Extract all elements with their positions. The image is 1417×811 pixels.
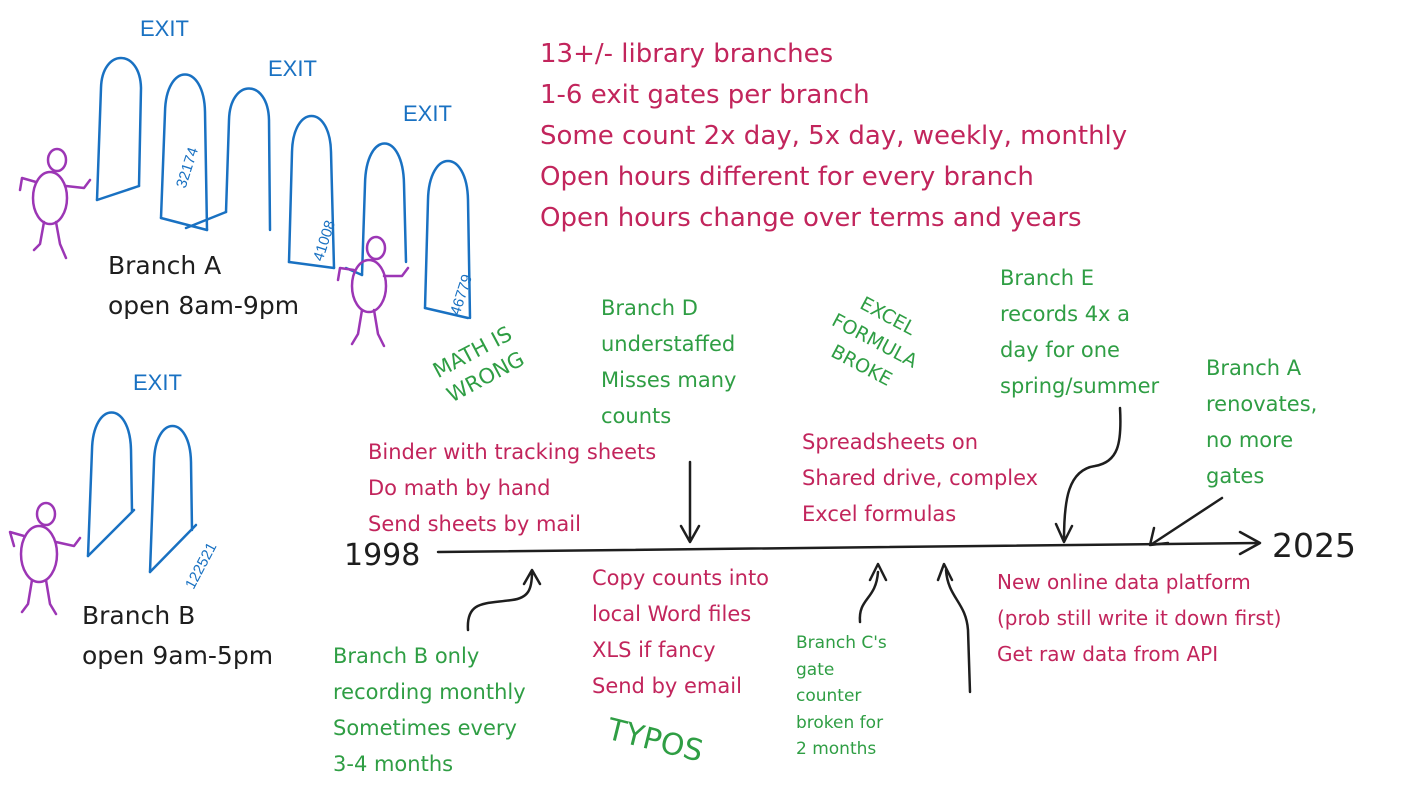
fact-line: Some count 2x day, 5x day, weekly, month… bbox=[540, 121, 1128, 151]
branch-hours: open 9am-5pm bbox=[82, 641, 274, 670]
exit-label: EXIT bbox=[403, 101, 452, 126]
note-line: Send by email bbox=[592, 674, 742, 698]
note-line: spring/summer bbox=[1000, 374, 1160, 398]
note-line: XLS if fancy bbox=[592, 638, 716, 662]
note-line: Excel formulas bbox=[802, 502, 957, 526]
exit-label: EXIT bbox=[133, 370, 182, 395]
timeline-start-year: 1998 bbox=[344, 538, 421, 573]
note-line: Shared drive, complex bbox=[802, 466, 1039, 490]
branch-a-renovation-note: Branch A renovates, no more gates bbox=[1206, 350, 1317, 494]
arrow-branch-c bbox=[858, 562, 888, 624]
note-line: gate bbox=[796, 659, 835, 680]
note-line: gates bbox=[1206, 464, 1265, 488]
note-line: Copy counts into bbox=[592, 566, 770, 590]
note-line: Spreadsheets on bbox=[802, 430, 979, 454]
note-line: Branch E bbox=[1000, 266, 1095, 290]
fact-line: 13+/- library branches bbox=[540, 39, 834, 69]
gate-floor bbox=[148, 523, 198, 574]
gate-floor bbox=[86, 508, 136, 558]
exit-label: EXIT bbox=[140, 16, 189, 41]
fact-line: Open hours change over terms and years bbox=[540, 203, 1082, 233]
arrow-branch-e bbox=[1054, 406, 1122, 544]
note-line: Sometimes every bbox=[333, 716, 517, 740]
arrow-branch-d bbox=[679, 460, 701, 544]
branch-e-note: Branch E records 4x a day for one spring… bbox=[1000, 260, 1159, 404]
timeline-axis bbox=[436, 541, 1260, 554]
note-line: Do math by hand bbox=[368, 476, 551, 500]
note-line: no more bbox=[1206, 428, 1294, 452]
note-line: Misses many bbox=[601, 368, 737, 392]
branch-b-gates bbox=[86, 411, 198, 574]
fact-line: 1-6 exit gates per branch bbox=[540, 80, 870, 110]
person-figure bbox=[336, 235, 410, 348]
exit-label: EXIT bbox=[268, 56, 317, 81]
whiteboard-canvas: EXIT EXIT EXIT EXIT 32174 41008 46779 12… bbox=[0, 0, 1417, 811]
note-line: records 4x a bbox=[1000, 302, 1131, 326]
timeline-end-year: 2025 bbox=[1272, 526, 1356, 565]
branch-a-label: Branch A open 8am-9pm bbox=[108, 246, 299, 326]
note-line: local Word files bbox=[592, 602, 752, 626]
word-files-note: Copy counts into local Word files XLS if… bbox=[592, 560, 769, 704]
person-figure bbox=[8, 501, 82, 616]
note-line: broken for bbox=[796, 712, 884, 733]
note-line: Branch D bbox=[601, 296, 698, 320]
note-line: New online data platform bbox=[997, 570, 1251, 594]
person-figure bbox=[18, 147, 92, 260]
facts-list: 13+/- library branches 1-6 exit gates pe… bbox=[540, 34, 1127, 239]
spreadsheets-note: Spreadsheets on Shared drive, complex Ex… bbox=[802, 424, 1038, 532]
gate-floor bbox=[159, 216, 209, 232]
note-line: counter bbox=[796, 686, 862, 706]
note-line: counts bbox=[601, 404, 672, 428]
note-line: Binder with tracking sheets bbox=[368, 440, 657, 464]
note-line: (prob still write it down first) bbox=[997, 606, 1282, 630]
gate-arch bbox=[224, 87, 272, 232]
branch-hours: open 8am-9pm bbox=[108, 291, 300, 320]
note-line: understaffed bbox=[601, 332, 736, 356]
branch-name: Branch B bbox=[82, 601, 196, 630]
branch-b-label: Branch B open 9am-5pm bbox=[82, 596, 273, 676]
note-line: renovates, bbox=[1206, 392, 1318, 416]
note-line: Branch B only bbox=[333, 644, 480, 668]
gate-arch bbox=[95, 56, 143, 202]
note-line: recording monthly bbox=[333, 680, 526, 704]
note-line: Send sheets by mail bbox=[368, 512, 581, 536]
binder-note: Binder with tracking sheets Do math by h… bbox=[368, 434, 656, 542]
note-line: Get raw data from API bbox=[997, 642, 1219, 666]
note-line: Branch C's bbox=[796, 633, 887, 653]
note-line: 3-4 months bbox=[333, 752, 454, 776]
note-line: Branch A bbox=[1206, 356, 1302, 380]
branch-b-monthly-note: Branch B only recording monthly Sometime… bbox=[333, 638, 526, 782]
arrow-branch-b bbox=[466, 568, 542, 632]
arrow-platform bbox=[936, 562, 972, 694]
platform-note: New online data platform (prob still wri… bbox=[997, 564, 1281, 672]
fact-line: Open hours different for every branch bbox=[540, 162, 1034, 192]
branch-d-note: Branch D understaffed Misses many counts bbox=[601, 290, 736, 434]
arrow-branch-a-reno bbox=[1148, 496, 1224, 547]
branch-name: Branch A bbox=[108, 251, 222, 280]
note-line: 2 months bbox=[796, 739, 877, 759]
gate-floor bbox=[95, 184, 141, 202]
note-line: day for one bbox=[1000, 338, 1120, 362]
branch-c-note: Branch C's gate counter broken for 2 mon… bbox=[796, 630, 887, 763]
